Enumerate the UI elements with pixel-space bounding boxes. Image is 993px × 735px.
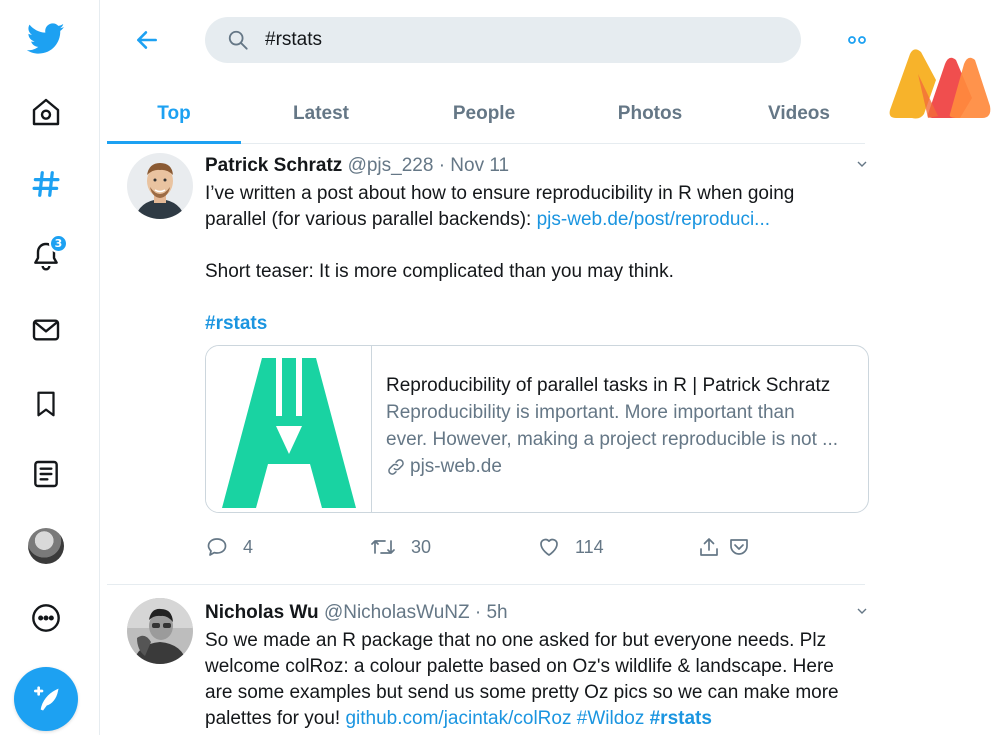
retweet-count: 30: [411, 536, 432, 557]
brand-logo: [888, 46, 992, 120]
home-icon[interactable]: [26, 92, 66, 132]
avatar: [28, 528, 64, 564]
share-button[interactable]: [697, 535, 721, 559]
back-arrow-icon[interactable]: [131, 24, 163, 56]
pocket-icon: [730, 539, 748, 555]
tweet-teaser: Short teaser: It is more complicated tha…: [205, 261, 674, 282]
card-description: Reproducibility is important. More impor…: [386, 402, 795, 423]
tweet-line-text: parallel (for various parallel backends)…: [205, 209, 537, 230]
tweet-line: parallel (for various parallel backends)…: [205, 207, 865, 233]
explore-hashtag-icon[interactable]: [26, 164, 66, 204]
author-meta[interactable]: @pjs_228 · Nov 11: [348, 155, 510, 176]
notifications-bell-icon[interactable]: 3: [26, 234, 68, 276]
twitter-logo-icon[interactable]: [26, 19, 66, 59]
tweet[interactable]: Patrick Schratz @pjs_228 · Nov 11 I’ve w…: [107, 145, 869, 585]
tab-people[interactable]: People: [401, 84, 567, 143]
reply-icon: [207, 538, 227, 556]
search-icon: [228, 30, 248, 50]
messages-envelope-icon[interactable]: [26, 310, 66, 350]
lists-icon[interactable]: [26, 454, 66, 494]
tweet-text: So we made an R package that no one aske…: [205, 628, 865, 732]
link-icon: [388, 458, 404, 475]
card-domain: pjs-web.de: [386, 453, 864, 480]
search-input[interactable]: [265, 29, 745, 51]
heart-icon: [540, 538, 558, 556]
top-bar: [107, 0, 866, 84]
author-name[interactable]: Patrick Schratz: [205, 155, 342, 176]
avatar[interactable]: [127, 153, 193, 219]
chevron-down-icon[interactable]: [857, 159, 867, 167]
tweet-line: are some examples but send us some prett…: [205, 682, 839, 703]
share-icon: [700, 538, 718, 556]
card-description: ever. However, making a project reproduc…: [386, 429, 839, 450]
tab-top[interactable]: Top: [107, 84, 241, 144]
compose-tweet-button[interactable]: [14, 667, 78, 731]
hashtag-link[interactable]: #Wildoz: [577, 708, 645, 729]
tweet-header: Nicholas Wu @NicholasWuNZ · 5h: [205, 602, 508, 624]
tweet-line-text: palettes for you!: [205, 708, 346, 729]
reply-count: 4: [243, 536, 254, 557]
card-thumbnail: [206, 346, 372, 512]
card-body: Reproducibility of parallel tasks in R |…: [386, 372, 864, 480]
author-name[interactable]: Nicholas Wu: [205, 602, 319, 623]
tweet-link[interactable]: pjs-web.de/post/reproduci...: [537, 209, 770, 230]
tweet-actions: 4 30 114: [205, 535, 765, 563]
like-count: 114: [575, 536, 604, 557]
bookmarks-icon[interactable]: [26, 384, 66, 424]
retweet-button[interactable]: 30: [369, 535, 431, 559]
like-button[interactable]: 114: [537, 535, 604, 559]
search-bar[interactable]: [205, 17, 801, 63]
chevron-down-icon[interactable]: [857, 606, 867, 614]
card-domain-text: pjs-web.de: [410, 456, 502, 477]
save-to-pocket-button[interactable]: [727, 535, 751, 559]
link-preview-card[interactable]: Reproducibility of parallel tasks in R |…: [205, 345, 869, 513]
tab-latest[interactable]: Latest: [241, 84, 401, 143]
search-tabs: Top Latest People Photos Videos: [107, 84, 865, 144]
retweet-icon: [371, 540, 395, 554]
tweet-line: welcome colRoz: a colour palette based o…: [205, 656, 834, 677]
hashtag-link[interactable]: #rstats: [205, 313, 267, 334]
notification-badge: 3: [49, 234, 68, 253]
tweet-line: So we made an R package that no one aske…: [205, 630, 827, 651]
tweet-header: Patrick Schratz @pjs_228 · Nov 11: [205, 155, 509, 177]
tweet-line: I’ve written a post about how to ensure …: [205, 183, 795, 204]
left-nav: 3: [0, 0, 100, 735]
tab-videos[interactable]: Videos: [733, 84, 865, 143]
reply-button[interactable]: 4: [205, 535, 253, 559]
more-options-icon[interactable]: [26, 598, 66, 638]
avatar[interactable]: [127, 598, 193, 664]
card-title: Reproducibility of parallel tasks in R |…: [386, 375, 831, 396]
profile-avatar[interactable]: [26, 526, 66, 566]
author-meta[interactable]: @NicholasWuNZ · 5h: [324, 602, 508, 623]
tweet-link[interactable]: github.com/jacintak/colRoz: [345, 708, 571, 729]
hashtag-link[interactable]: #rstats: [650, 708, 712, 729]
tweet-text: I’ve written a post about how to ensure …: [205, 181, 865, 337]
tweet-line: palettes for you! github.com/jacintak/co…: [205, 706, 865, 732]
more-dots-icon[interactable]: [845, 30, 869, 50]
tab-photos[interactable]: Photos: [567, 84, 733, 143]
tweet[interactable]: Nicholas Wu @NicholasWuNZ · 5h So we mad…: [107, 586, 867, 735]
